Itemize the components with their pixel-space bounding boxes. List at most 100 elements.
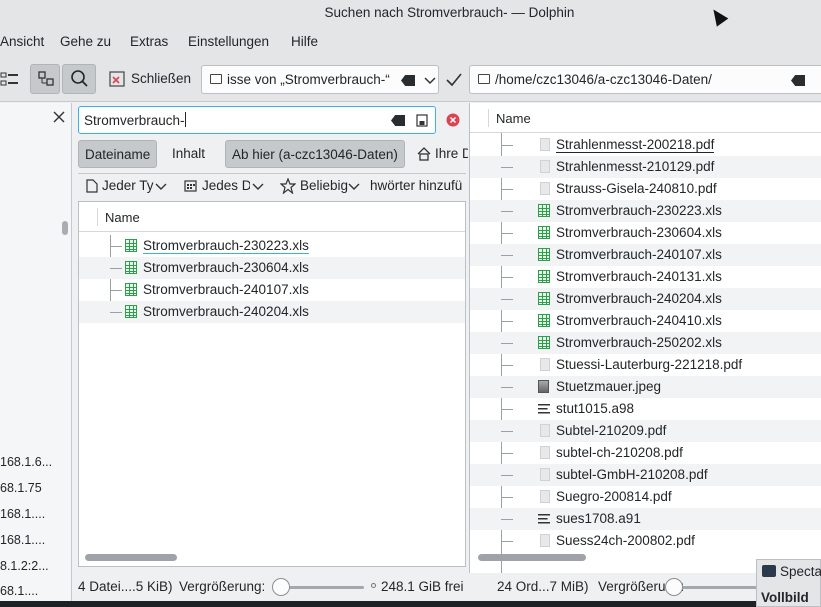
clear-icon[interactable] — [401, 75, 415, 86]
list-item[interactable]: Stromverbrauch-230223.xls — [470, 200, 821, 222]
save-icon[interactable] — [416, 114, 428, 127]
fullscreen-label[interactable]: Vollbild — [761, 590, 809, 605]
list-item[interactable]: Strahlenmesst-210129.pdf — [470, 156, 821, 178]
column-header-name[interactable]: Name — [470, 103, 821, 133]
list-item[interactable]: Stromverbrauch-250202.xls — [470, 332, 821, 354]
home-icon — [417, 147, 431, 161]
filter-tags-button[interactable]: hwörter hinzufü — [370, 176, 468, 196]
filter-tags-label: hwörter hinzufü — [370, 178, 463, 193]
tree-line — [501, 387, 513, 388]
list-item[interactable]: Stromverbrauch-230604.xls — [470, 222, 821, 244]
list-item[interactable]: Stromverbrauch-240410.xls — [470, 310, 821, 332]
star-icon — [280, 178, 296, 194]
list-item[interactable]: Stromverbrauch-240204.xls — [470, 288, 821, 310]
details-view-button[interactable] — [0, 64, 22, 94]
document-icon — [86, 179, 98, 193]
text-caret — [185, 112, 186, 127]
storage-icon — [371, 583, 376, 588]
scope-here-button[interactable]: Ab hier (a-czc13046-Daten) — [225, 140, 405, 168]
folder-icon — [210, 74, 222, 84]
vertical-scrollbar[interactable] — [62, 221, 68, 235]
checkmark-icon[interactable] — [445, 71, 463, 89]
list-item[interactable]: Stuetzmauer.jpeg — [470, 376, 821, 398]
close-split-icon — [109, 71, 125, 87]
list-item[interactable]: subtel-GmbH-210208.pdf — [470, 464, 821, 486]
close-icon[interactable] — [53, 111, 65, 123]
places-item[interactable]: 68.1.75 — [0, 481, 42, 495]
clear-icon[interactable] — [791, 75, 805, 86]
list-item[interactable]: Stuessi-Lauterburg-221218.pdf — [470, 354, 821, 376]
list-item[interactable]: Stromverbrauch-240107.xls — [79, 279, 465, 301]
tree-line — [501, 167, 513, 168]
list-item[interactable]: Stromverbrauch-240204.xls — [79, 301, 465, 323]
list-item[interactable]: Stromverbrauch-240131.xls — [470, 266, 821, 288]
list-item[interactable]: Stromverbrauch-230223.xls — [79, 235, 465, 257]
horizontal-scrollbar[interactable] — [85, 554, 177, 561]
file-name: Suegro-200814.pdf — [556, 489, 672, 504]
pdf-icon — [540, 138, 550, 151]
tree-line — [501, 541, 513, 542]
spectacle-window[interactable]: Specta Vollbild — [756, 559, 821, 607]
close-split-button[interactable]: Schließen — [104, 64, 194, 94]
places-item[interactable]: 168.1.... — [0, 533, 45, 547]
menu-gehe-zu[interactable]: Gehe zu — [60, 34, 111, 49]
list-item[interactable]: Subtel-210209.pdf — [470, 420, 821, 442]
list-item[interactable]: Stromverbrauch-240107.xls — [470, 244, 821, 266]
right-location-bar[interactable]: /home/czc13046/a-czc13046-Daten/ — [469, 65, 821, 94]
list-item[interactable]: Strahlenmesst-200218.pdf — [470, 134, 821, 156]
tab-inhalt[interactable]: Inhalt — [166, 140, 211, 168]
close-search-icon[interactable] — [446, 113, 460, 127]
right-location-text: /home/czc13046/a-czc13046-Daten/ — [495, 72, 712, 87]
places-item[interactable]: 68.1.... — [0, 584, 38, 598]
column-header-label: Name — [496, 111, 531, 126]
search-query-text: Stromverbrauch- — [84, 113, 185, 128]
left-location-bar[interactable]: isse von „Stromverbrauch-“ — [201, 65, 439, 94]
menu-ansicht[interactable]: Ansicht — [0, 34, 44, 49]
spreadsheet-icon — [125, 261, 137, 274]
menu-einstellungen[interactable]: Einstellungen — [188, 34, 269, 49]
list-item[interactable]: Suess24ch-200802.pdf — [470, 530, 821, 552]
horizontal-scrollbar[interactable] — [478, 554, 586, 561]
filter-rating-dropdown[interactable]: Beliebig — [280, 176, 364, 196]
split-view-button[interactable] — [30, 64, 60, 94]
left-status-info: 4 Datei....5 KiB) — [78, 579, 173, 594]
tree-line — [501, 255, 513, 256]
chevron-down-icon[interactable] — [424, 76, 436, 86]
file-name: Subtel-210209.pdf — [556, 423, 667, 438]
list-item[interactable]: sues1708.a91 — [470, 508, 821, 530]
column-header-name[interactable]: Name — [79, 202, 465, 232]
file-name: Stromverbrauch-230604.xls — [143, 260, 309, 275]
list-item[interactable]: Stromverbrauch-230604.xls — [79, 257, 465, 279]
list-item[interactable]: stut1015.a98 — [470, 398, 821, 420]
file-name: Stromverbrauch-230604.xls — [556, 225, 722, 240]
column-separator — [97, 208, 98, 226]
search-button[interactable] — [62, 64, 96, 94]
filter-type-dropdown[interactable]: Jeder Ty — [86, 176, 168, 196]
tab-dateiname[interactable]: Dateiname — [78, 140, 157, 168]
clear-icon[interactable] — [391, 115, 405, 126]
chevron-down-icon — [155, 183, 167, 190]
menu-extras[interactable]: Extras — [130, 34, 168, 49]
tree-line — [110, 290, 122, 291]
list-item[interactable]: Suegro-200814.pdf — [470, 486, 821, 508]
filter-date-dropdown[interactable]: Jedes Da — [184, 176, 268, 196]
list-item[interactable]: Strauss-Gisela-240810.pdf — [470, 178, 821, 200]
tree-line — [110, 268, 122, 269]
close-split-label: Schließen — [131, 71, 192, 86]
scope-home-button[interactable]: Ihre D — [414, 140, 468, 168]
places-item[interactable]: 168.1.... — [0, 507, 45, 521]
search-input[interactable]: Stromverbrauch- — [78, 106, 436, 134]
file-name: stut1015.a98 — [556, 401, 635, 416]
image-icon — [538, 380, 549, 393]
status-bar: 4 Datei....5 KiB) Vergrößerung: 248.1 Gi… — [72, 573, 821, 601]
details-view-icon — [0, 72, 18, 86]
menu-hilfe[interactable]: Hilfe — [291, 34, 318, 49]
zoom-slider-handle[interactable] — [665, 578, 683, 596]
list-item[interactable]: subtel-ch-210208.pdf — [470, 442, 821, 464]
zoom-slider-handle[interactable] — [272, 578, 290, 596]
file-name: Stromverbrauch-240107.xls — [143, 282, 309, 297]
chevron-down-icon — [348, 183, 360, 190]
places-item[interactable]: 8.1.2:2... — [0, 559, 49, 573]
spreadsheet-icon — [125, 283, 137, 296]
places-item[interactable]: 168.1.6... — [0, 455, 52, 469]
